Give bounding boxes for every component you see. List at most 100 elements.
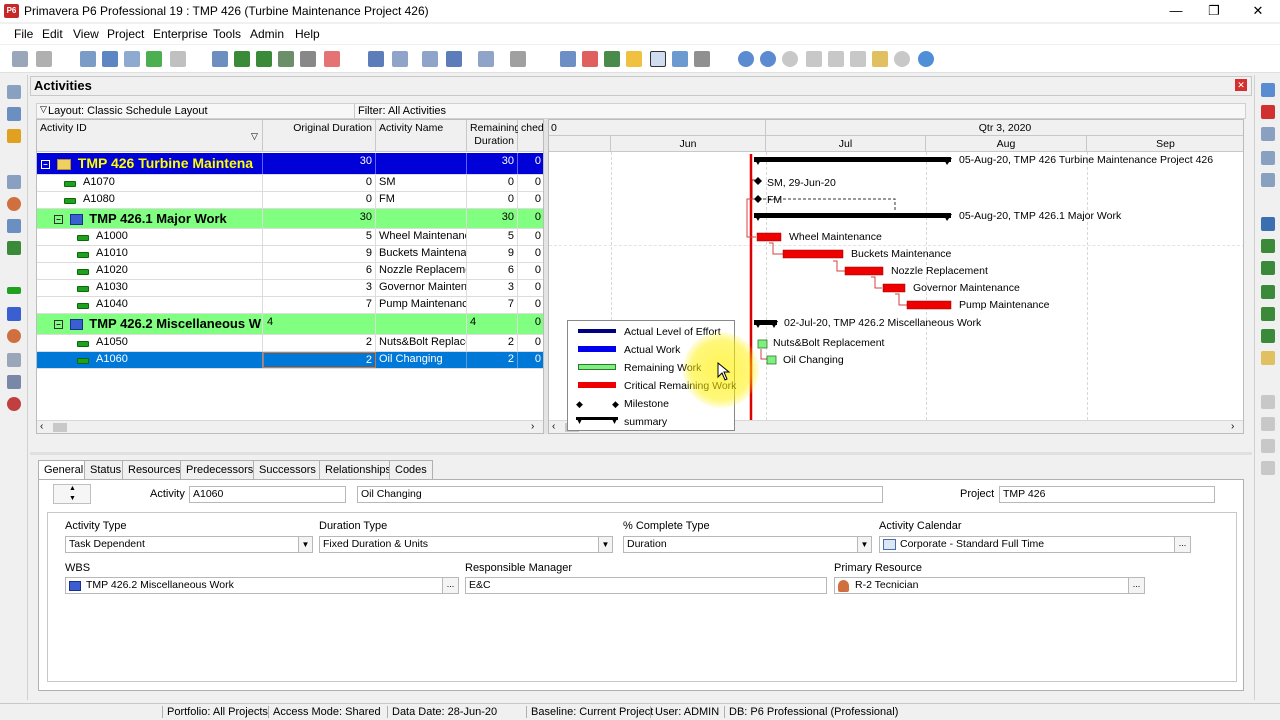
assign-step-icon[interactable] <box>1261 307 1275 321</box>
browse-button[interactable]: ... <box>442 578 458 593</box>
collapse-toggle[interactable]: – <box>41 159 50 169</box>
columns-select-icon[interactable] <box>392 51 408 67</box>
tab-codes[interactable]: Codes <box>389 460 433 480</box>
activity-table-icon[interactable] <box>212 51 228 67</box>
table-row[interactable]: A1040 7 Pump Maintenance 7 0 <box>37 297 543 314</box>
move-down-icon[interactable] <box>1261 417 1275 431</box>
zoom-out-icon[interactable] <box>760 51 776 67</box>
cut-icon[interactable] <box>1261 127 1275 141</box>
folder-icon[interactable] <box>7 175 21 189</box>
col-original-duration[interactable]: Original Duration <box>263 120 376 152</box>
network-icon[interactable] <box>300 51 316 67</box>
filter-name[interactable]: Filter: All Activities <box>358 105 446 117</box>
close-panel-icon[interactable]: ✕ <box>1235 79 1247 91</box>
layout-bar[interactable] <box>36 103 1246 119</box>
link-icon[interactable] <box>604 51 620 67</box>
tab-relationships[interactable]: Relationships <box>319 460 398 480</box>
eps-icon[interactable] <box>7 107 21 121</box>
grid-horizontal-scrollbar[interactable]: ‹ › <box>37 420 543 433</box>
calendar-field[interactable]: Corporate - Standard Full Time ... <box>879 536 1191 553</box>
duration-type-select[interactable]: Fixed Duration & Units ▼ <box>319 536 613 553</box>
trace-icon[interactable] <box>324 51 340 67</box>
copy-icon[interactable] <box>1261 151 1275 165</box>
zoom-fit-icon[interactable] <box>782 51 798 67</box>
browse-button[interactable]: ... <box>1128 578 1144 593</box>
collapse-toggle[interactable]: – <box>54 215 63 225</box>
activity-id-field[interactable]: A1060 <box>189 486 346 503</box>
layout-icon[interactable] <box>102 51 118 67</box>
scroll-right-icon[interactable]: › <box>1231 421 1234 432</box>
wbs-icon[interactable] <box>7 307 21 321</box>
col-activity-name[interactable]: Activity Name <box>376 120 467 152</box>
scroll-left-icon[interactable]: ‹ <box>40 421 43 432</box>
activities-icon[interactable] <box>7 287 21 294</box>
activity-type-select[interactable]: Task Dependent ▼ <box>65 536 313 553</box>
table-row[interactable]: A1000 5 Wheel Maintenanc 5 0 <box>37 229 543 246</box>
filter-icon[interactable] <box>446 51 462 67</box>
timescale-icon[interactable] <box>478 51 494 67</box>
bars-icon[interactable] <box>422 51 438 67</box>
wbs-row[interactable]: – TMP 426.2 Miscellaneous W 4 4 0 <box>37 314 543 335</box>
assign-code-icon[interactable] <box>1261 329 1275 343</box>
assign-successor-icon[interactable] <box>1261 285 1275 299</box>
nav-down-icon[interactable]: ▼ <box>69 495 76 502</box>
activity-name-field[interactable]: Oil Changing <box>357 486 883 503</box>
pct-type-select[interactable]: Duration ▼ <box>623 536 872 553</box>
project-field[interactable]: TMP 426 <box>999 486 1215 503</box>
chevron-down-icon[interactable]: ▼ <box>598 537 612 552</box>
tab-predecessors[interactable]: Predecessors <box>180 460 260 480</box>
chevron-down-icon[interactable]: ▼ <box>857 537 871 552</box>
col-schedule[interactable]: chedu <box>518 120 543 152</box>
nav-stepper[interactable]: ▲ ▼ <box>53 484 91 504</box>
wbs-row-project[interactable]: – TMP 426 Turbine Maintena 30 30 0 <box>37 153 543 175</box>
assignments-icon[interactable] <box>7 329 21 343</box>
progress-icon[interactable] <box>626 51 642 67</box>
table-row[interactable]: A1070 0 SM 0 0 <box>37 175 543 192</box>
menu-enterprise[interactable]: Enterprise <box>153 27 208 41</box>
assign-predecessor-icon[interactable] <box>1261 261 1275 275</box>
move-up-icon[interactable] <box>1261 395 1275 409</box>
chevron-down-icon[interactable]: ▼ <box>298 537 312 552</box>
col-remaining-duration[interactable]: Remaining Duration <box>467 120 520 152</box>
orig-duration-cell[interactable]: 2 <box>263 352 376 368</box>
minimize-button[interactable]: — <box>1156 2 1196 20</box>
move-left-icon[interactable] <box>1261 439 1275 453</box>
add-icon[interactable] <box>1261 83 1275 97</box>
assign-resource-icon[interactable] <box>1261 217 1275 231</box>
menu-edit[interactable]: Edit <box>42 27 63 41</box>
baseline-icon[interactable] <box>672 51 688 67</box>
browse-button[interactable]: ... <box>1174 537 1190 552</box>
spreadsheet-icon[interactable] <box>278 51 294 67</box>
wbs-field[interactable]: TMP 426.2 Miscellaneous Work ... <box>65 577 459 594</box>
tree-icon[interactable] <box>124 51 140 67</box>
work-products-icon[interactable] <box>7 353 21 367</box>
menu-admin[interactable]: Admin <box>250 27 284 41</box>
table-row[interactable]: A1050 2 Nuts&Bolt Replace 2 0 <box>37 335 543 352</box>
store-icon[interactable] <box>694 51 710 67</box>
notebook-icon[interactable] <box>850 51 866 67</box>
level-icon[interactable] <box>582 51 598 67</box>
table-row-selected[interactable]: A1060 2 Oil Changing 2 0 <box>37 352 543 369</box>
menu-project[interactable]: Project <box>107 27 144 41</box>
number-icon[interactable] <box>510 51 526 67</box>
gantt-icon[interactable] <box>234 51 250 67</box>
table-row[interactable]: A1020 6 Nozzle Replaceme 6 0 <box>37 263 543 280</box>
resource-icon[interactable] <box>170 51 186 67</box>
chevron-down-icon[interactable]: ▽ <box>40 104 47 115</box>
tab-successors[interactable]: Successors <box>253 460 322 480</box>
collapse-toggle[interactable]: – <box>54 320 63 330</box>
assign-notebook-icon[interactable] <box>1261 351 1275 365</box>
tab-status[interactable]: Status <box>84 460 128 480</box>
col-activity-id[interactable]: Activity ID ▽ <box>37 120 263 152</box>
close-window-button[interactable]: ✕ <box>1238 2 1278 20</box>
paste-icon[interactable] <box>1261 173 1275 187</box>
print-setup-icon[interactable] <box>36 51 52 67</box>
issues-icon[interactable] <box>7 375 21 389</box>
assign-icon[interactable] <box>146 51 162 67</box>
table-row[interactable]: A1030 3 Governor Maintena 3 0 <box>37 280 543 297</box>
scroll-left-icon[interactable]: ‹ <box>552 421 555 432</box>
restore-button[interactable]: ❐ <box>1194 2 1234 20</box>
resources-icon[interactable] <box>7 197 21 211</box>
filter-icon[interactable]: ▽ <box>251 130 258 143</box>
group-sort-icon[interactable] <box>368 51 384 67</box>
